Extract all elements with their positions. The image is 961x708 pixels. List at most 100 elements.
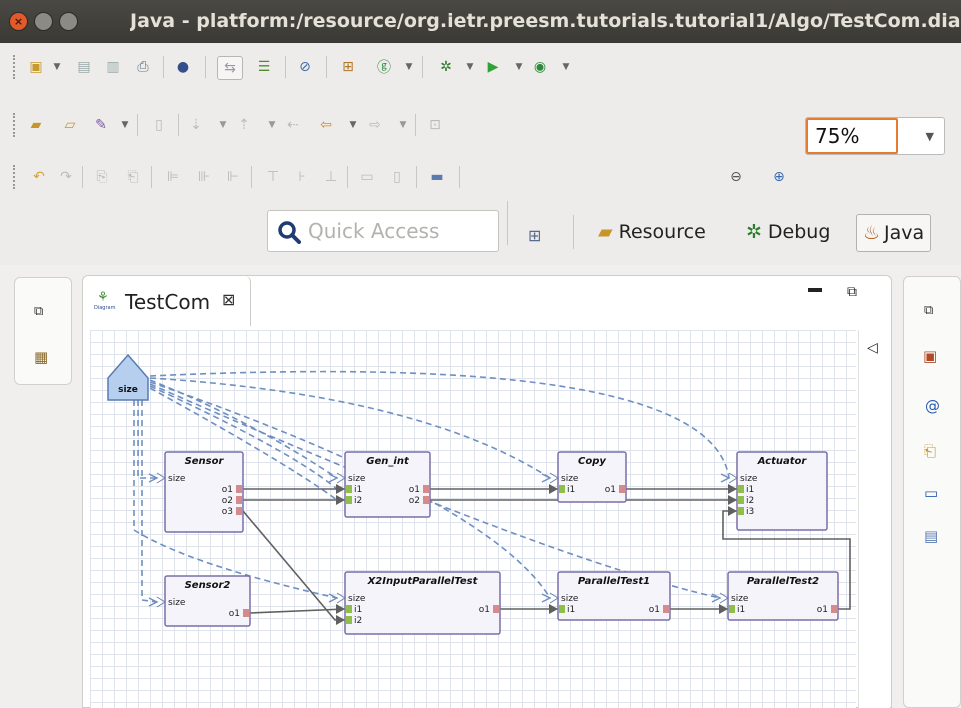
perspective-debug[interactable]: ✲ Debug [746, 212, 830, 252]
port-label: i2 [746, 496, 754, 506]
pencil-dropdown-icon[interactable]: ▼ [116, 116, 134, 134]
maximize-window-button[interactable] [59, 12, 78, 31]
align-left-icon[interactable]: ⊫ [164, 168, 182, 186]
pin-editor-icon[interactable]: ⊡ [426, 116, 444, 134]
close-window-button[interactable]: × [9, 12, 28, 31]
quick-access-placeholder: Quick Access [308, 219, 440, 243]
preesm-icon[interactable]: ● [174, 58, 192, 76]
diagram-canvas[interactable]: Sensor size o1 o2 o3 Gen_int size i1 i2 o1 o2 Copy s… [90, 330, 856, 708]
task-list-icon[interactable]: ☰ [255, 58, 273, 76]
minimize-window-button[interactable] [34, 12, 53, 31]
toolbar-separator [178, 114, 179, 136]
actor-pt1[interactable]: ParallelTest1 sizei1 o1 [549, 571, 671, 621]
javadoc-view-icon[interactable]: @ [925, 397, 940, 415]
zoom-out-icon[interactable]: ⊖ [727, 168, 745, 186]
align-middle-icon[interactable]: ⊦ [293, 168, 311, 186]
back-dropdown-icon[interactable]: ▼ [344, 116, 362, 134]
actor-copy[interactable]: Copy sizei1 o1 [549, 451, 627, 503]
input-port [346, 485, 352, 493]
next-annotation-dropdown-icon[interactable]: ▼ [214, 116, 232, 134]
new-wizard-icon[interactable]: ▣ [27, 58, 45, 76]
open-folder-icon[interactable]: ▰ [27, 116, 45, 134]
prev-annotation-icon[interactable]: ⇡ [235, 116, 253, 134]
maximize-editor-button[interactable]: ⧉ [847, 284, 857, 300]
undo-icon[interactable]: ↶ [30, 168, 48, 186]
print-icon[interactable]: ⎙ [134, 58, 152, 76]
zoom-input[interactable]: 75% [806, 118, 898, 154]
next-annotation-icon[interactable]: ⇣ [187, 116, 205, 134]
edit-pencil-icon[interactable]: ✎ [92, 116, 110, 134]
parameter-size[interactable]: size [107, 353, 149, 401]
port-label: i1 [746, 485, 754, 495]
problems-view-icon[interactable]: ▤ [924, 527, 938, 545]
dependency-edge [141, 400, 158, 603]
open-perspective-icon: ⊞ [528, 225, 542, 245]
align-bottom-icon[interactable]: ⊥ [322, 168, 340, 186]
perspective-java[interactable]: ♨ Java [856, 214, 932, 252]
save-all-icon[interactable]: ▥ [104, 58, 122, 76]
link-editor-icon[interactable]: ⇆ [217, 56, 243, 80]
skip-breakpoints-icon[interactable]: ⊘ [296, 58, 314, 76]
outline-view-icon[interactable]: ▦ [34, 348, 48, 366]
debug-dropdown-icon[interactable]: ▼ [461, 58, 479, 76]
properties-view-icon[interactable]: ▣ [923, 347, 937, 365]
restore-icon[interactable]: ⧉ [924, 303, 933, 318]
actor-x2input[interactable]: X2InputParallelTestsizei1i2 o1 [336, 571, 501, 635]
external-tools-dropdown-icon[interactable]: ▼ [557, 58, 575, 76]
forward-icon[interactable]: ⇨ [366, 116, 384, 134]
paste-icon[interactable]: ⎗ [124, 168, 142, 186]
match-height-icon[interactable]: ▯ [388, 168, 406, 186]
actor-pt2[interactable]: ParallelTest2 sizei1 o1 [719, 571, 839, 621]
fifo-arrowhead [549, 604, 558, 614]
run-dropdown-icon[interactable]: ▼ [510, 58, 528, 76]
back-icon[interactable]: ⇦ [317, 116, 335, 134]
grid-toggle-icon[interactable]: ▬ [428, 168, 446, 186]
perspective-debug-label: Debug [767, 221, 831, 243]
last-edit-icon[interactable]: ⇠ [284, 116, 302, 134]
console-view-icon[interactable]: ▭ [924, 484, 938, 502]
run-icon[interactable]: ▶ [484, 58, 502, 76]
copy-icon[interactable]: ⎘ [93, 168, 111, 186]
restore-icon[interactable]: ⧉ [34, 304, 43, 319]
align-right-icon[interactable]: ⊩ [224, 168, 242, 186]
close-tab-icon[interactable]: ⊠ [222, 290, 235, 309]
port-label: size [561, 594, 579, 604]
actor-sensor2[interactable]: Sensor2 size o1 [156, 575, 251, 627]
annotation-icon[interactable]: ▯ [150, 116, 168, 134]
new-class-icon[interactable]: ⓖ [375, 58, 393, 76]
java-perspective-icon: ♨ [863, 222, 881, 244]
debug-icon[interactable]: ✲ [437, 58, 455, 76]
port-label: o1 [649, 605, 660, 615]
tab-testcom[interactable]: ⚘ Diagram TestCom ⊠ [85, 276, 251, 326]
new-dropdown-icon[interactable]: ▼ [48, 58, 66, 76]
quick-access-input[interactable]: Quick Access [267, 210, 499, 252]
actor-actuator[interactable]: Actuator sizei1i2i3 [728, 451, 828, 531]
forward-dropdown-icon[interactable]: ▼ [394, 116, 412, 134]
dependency-arrowhead [541, 593, 552, 603]
perspective-resource[interactable]: ▰ Resource [598, 212, 706, 252]
show-palette-icon[interactable]: ◁ [867, 340, 878, 356]
dependency-arrowhead [711, 593, 722, 603]
save-icon[interactable]: ▤ [75, 58, 93, 76]
declaration-view-icon[interactable]: ⎗ [924, 442, 936, 460]
fifo-arrowhead [336, 615, 345, 625]
align-center-icon[interactable]: ⊪ [195, 168, 213, 186]
open-type-icon[interactable]: ▱ [61, 116, 79, 134]
new-package-icon[interactable]: ⊞ [339, 58, 357, 76]
align-top-icon[interactable]: ⊤ [264, 168, 282, 186]
actor-gen_int[interactable]: Gen_intsizei1i2 o1o2 [336, 451, 431, 518]
toolbar-separator [151, 166, 152, 188]
match-width-icon[interactable]: ▭ [358, 168, 376, 186]
external-tools-icon[interactable]: ◉ [531, 58, 549, 76]
minimize-editor-button[interactable] [808, 288, 822, 292]
zoom-in-icon[interactable]: ⊕ [770, 168, 788, 186]
redo-icon[interactable]: ↷ [57, 168, 75, 186]
open-perspective-button[interactable]: ⊞ [528, 215, 541, 255]
new-class-dropdown-icon[interactable]: ▼ [400, 58, 418, 76]
chevron-down-icon[interactable]: ▼ [926, 130, 934, 143]
prev-annotation-dropdown-icon[interactable]: ▼ [263, 116, 281, 134]
diagram-file-icon: ⚘ Diagram [94, 290, 116, 311]
actor-sensor[interactable]: Sensor size o1o2o3 [156, 451, 244, 533]
zoom-combo[interactable]: 75% ▼ [805, 117, 945, 155]
dependency-arrowhead [328, 473, 339, 483]
